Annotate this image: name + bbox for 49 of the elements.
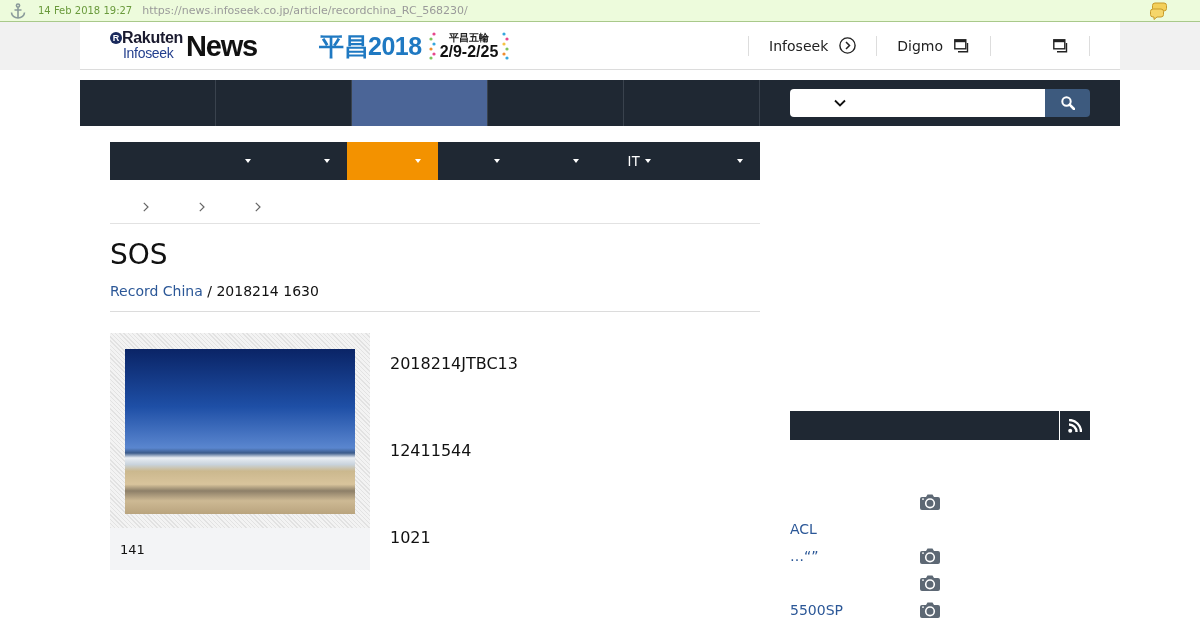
article-paragraph: 12411544 xyxy=(390,440,473,462)
ranking-link[interactable]: …“” xyxy=(790,547,819,564)
chevron-right-icon xyxy=(199,201,205,212)
stacked-windows-icon xyxy=(1053,38,1069,53)
chevron-right-icon xyxy=(143,201,149,212)
category-tab[interactable]: IT xyxy=(596,142,668,180)
confetti-dots-icon xyxy=(501,31,510,60)
header-link[interactable] xyxy=(990,35,1090,56)
banner-subtitle: 平昌五輪 xyxy=(449,31,489,43)
chevron-circle-icon xyxy=(839,37,857,54)
stacked-windows-icon xyxy=(954,38,970,53)
banner-dates: 2/9-2/25 xyxy=(439,42,499,60)
logo-subbrand[interactable]: Infoseek xyxy=(123,46,184,61)
anchor-icon[interactable] xyxy=(10,2,26,19)
category-tab[interactable] xyxy=(347,142,438,180)
chevron-right-icon xyxy=(255,201,261,212)
category-select[interactable] xyxy=(790,89,850,117)
dropdown-triangle-icon xyxy=(494,159,500,163)
rss-button[interactable] xyxy=(1060,411,1090,440)
dropdown-triangle-icon xyxy=(737,159,743,163)
dropdown-triangle-icon xyxy=(645,159,651,163)
article-byline: Record China / 2018214 1630 xyxy=(110,281,760,312)
dropdown-triangle-icon xyxy=(245,159,251,163)
banner-title[interactable]: 平昌2018 xyxy=(319,31,422,60)
search-button[interactable] xyxy=(1045,89,1090,117)
rss-icon xyxy=(1068,418,1082,433)
header-link[interactable]: Infoseek xyxy=(748,35,877,56)
photo-caption: 141 xyxy=(110,528,370,570)
article-paragraph: 2018214JTBC13 xyxy=(390,353,518,375)
search-icon xyxy=(1060,96,1075,110)
chevron-down-icon xyxy=(834,99,846,107)
logo-badge: R xyxy=(110,32,122,44)
ranking-link[interactable]: 5500SP xyxy=(790,601,843,618)
dropdown-triangle-icon xyxy=(324,159,330,163)
confetti-dots-icon xyxy=(428,31,437,60)
article-paragraph: 1021 xyxy=(390,527,432,549)
ranking-link[interactable]: ACL xyxy=(790,520,817,537)
logo-news[interactable]: News xyxy=(186,32,257,61)
archive-date: 14 Feb 2018 19:27 xyxy=(38,5,133,16)
search-field[interactable] xyxy=(850,89,1045,117)
source-link[interactable]: Record China xyxy=(110,283,203,299)
header-link[interactable]: Digmo xyxy=(876,35,990,56)
speech-bubbles-icon[interactable] xyxy=(1150,1,1167,20)
dropdown-triangle-icon xyxy=(415,159,421,163)
logo-brand[interactable]: Rakuten xyxy=(122,30,184,46)
nav-tab[interactable] xyxy=(352,80,488,126)
dropdown-triangle-icon xyxy=(573,159,579,163)
article-title: SOS xyxy=(110,238,169,272)
archive-url: https://news.infoseek.co.jp/article/recordchina_RC_568230/ xyxy=(142,4,468,17)
